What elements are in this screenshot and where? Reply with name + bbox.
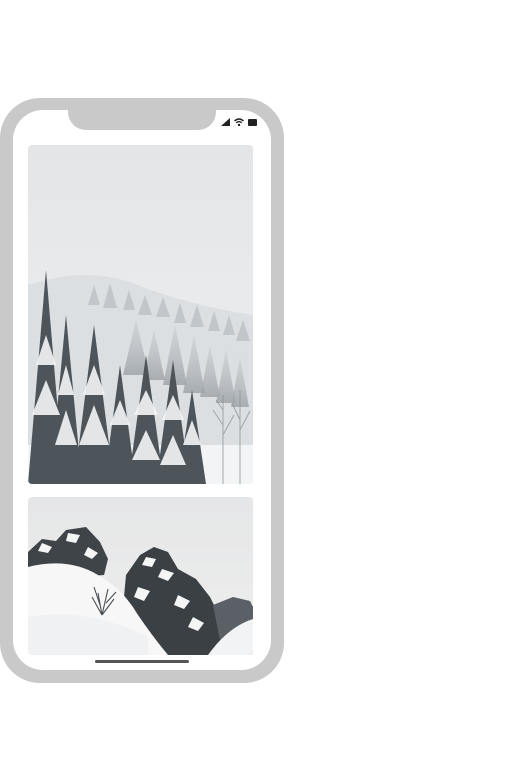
wifi-icon bbox=[234, 118, 244, 126]
cellular-signal-icon bbox=[221, 118, 230, 126]
phone-frame bbox=[0, 98, 284, 683]
snow-rocks-photo[interactable] bbox=[28, 497, 253, 655]
phone-screen bbox=[13, 110, 271, 670]
status-bar bbox=[221, 117, 257, 127]
snow-forest-photo[interactable] bbox=[28, 145, 253, 484]
canvas bbox=[0, 0, 530, 768]
battery-icon bbox=[248, 118, 257, 126]
notch bbox=[68, 110, 216, 130]
home-indicator[interactable] bbox=[95, 660, 189, 663]
